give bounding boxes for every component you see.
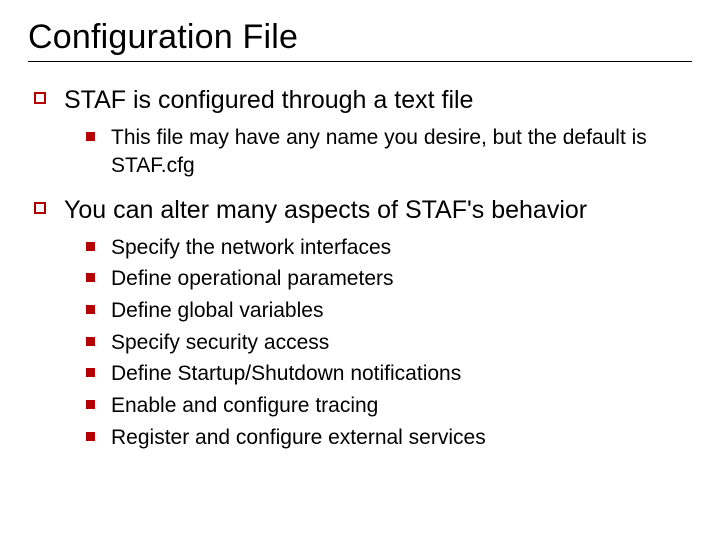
bullet-level2: Define global variables	[28, 297, 692, 325]
filled-square-icon	[86, 273, 95, 282]
bullet-text: Register and configure external services	[111, 424, 486, 452]
title-underline	[28, 61, 692, 62]
bullet-level1: You can alter many aspects of STAF's beh…	[28, 194, 692, 226]
bullet-text: STAF is configured through a text file	[64, 84, 473, 116]
filled-square-icon	[86, 132, 95, 141]
filled-square-icon	[86, 432, 95, 441]
bullet-text: Specify security access	[111, 329, 329, 357]
bullet-text: You can alter many aspects of STAF's beh…	[64, 194, 587, 226]
bullet-level2: This file may have any name you desire, …	[28, 124, 692, 179]
bullet-level1: STAF is configured through a text file	[28, 84, 692, 116]
slide: Configuration File STAF is configured th…	[0, 0, 720, 540]
hollow-square-icon	[34, 202, 46, 214]
slide-title: Configuration File	[28, 18, 692, 57]
filled-square-icon	[86, 337, 95, 346]
bullet-text: Define Startup/Shutdown notifications	[111, 360, 461, 388]
filled-square-icon	[86, 305, 95, 314]
bullet-level2: Specify the network interfaces	[28, 234, 692, 262]
bullet-text: Enable and configure tracing	[111, 392, 378, 420]
filled-square-icon	[86, 400, 95, 409]
filled-square-icon	[86, 368, 95, 377]
bullet-text: Specify the network interfaces	[111, 234, 391, 262]
bullet-text: Define global variables	[111, 297, 323, 325]
bullet-text: This file may have any name you desire, …	[111, 124, 692, 179]
bullet-level2: Define Startup/Shutdown notifications	[28, 360, 692, 388]
bullet-level2: Specify security access	[28, 329, 692, 357]
filled-square-icon	[86, 242, 95, 251]
bullet-level2: Enable and configure tracing	[28, 392, 692, 420]
bullet-level2: Define operational parameters	[28, 265, 692, 293]
bullet-text: Define operational parameters	[111, 265, 394, 293]
hollow-square-icon	[34, 92, 46, 104]
bullet-level2: Register and configure external services	[28, 424, 692, 452]
